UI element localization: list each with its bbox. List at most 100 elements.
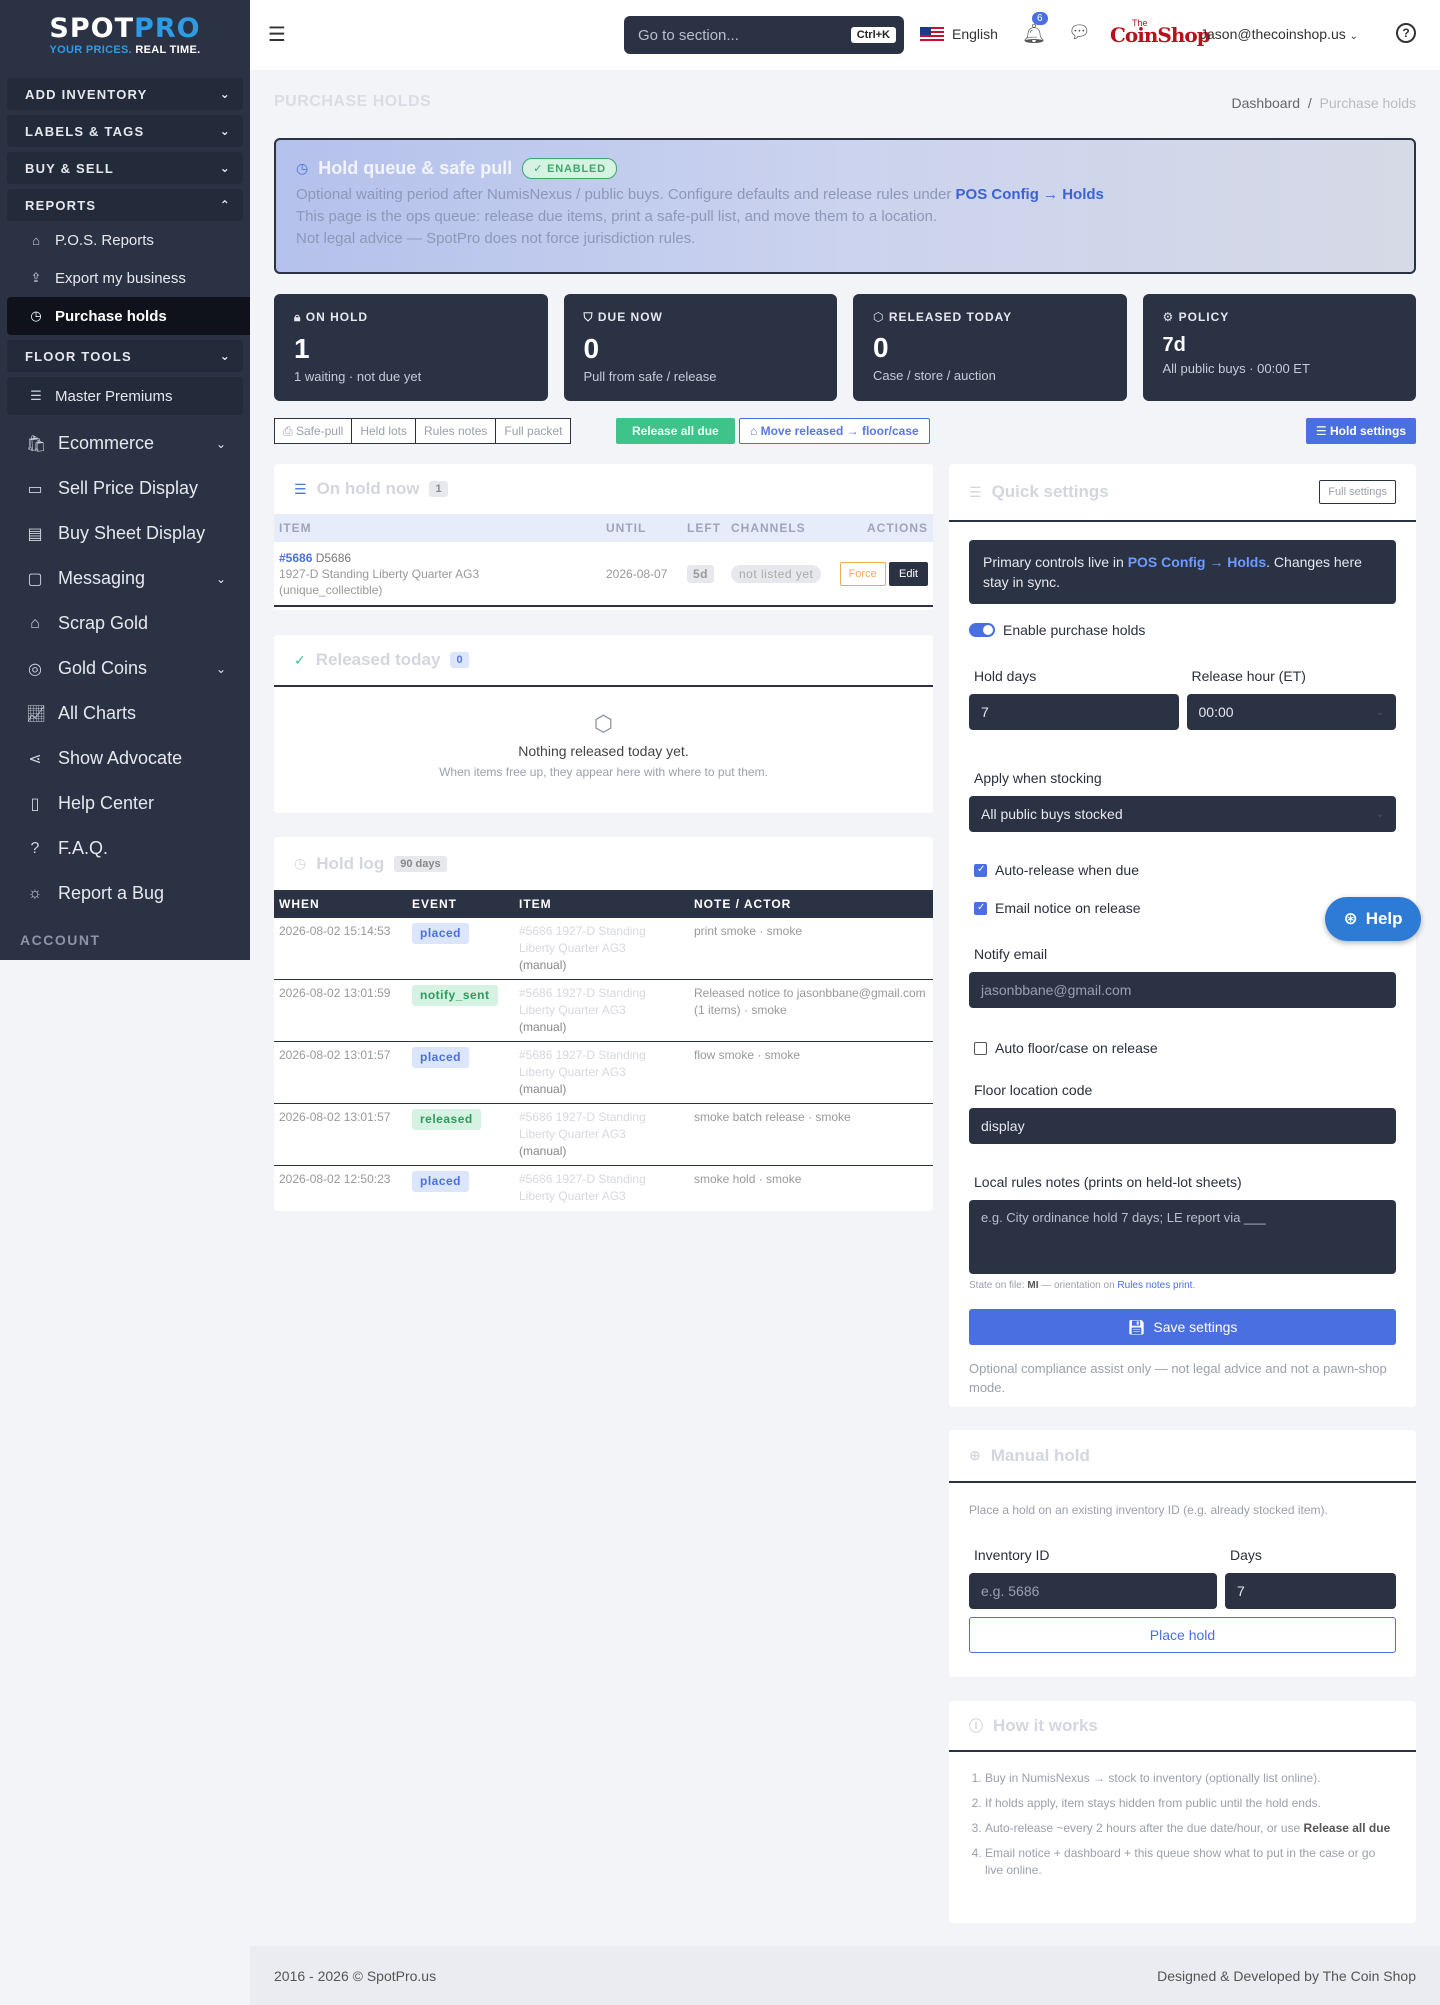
sidebar-section-add-inventory[interactable]: ADD INVENTORY ⌄ bbox=[7, 78, 243, 110]
chart-icon: 📈︎ bbox=[26, 705, 47, 723]
sidebar-item-all-charts[interactable]: 📈︎ All Charts bbox=[0, 691, 250, 736]
help-chat-button[interactable]: ⊛ Help bbox=[1325, 897, 1421, 941]
sidebar-section-reports[interactable]: REPORTS ⌃ bbox=[7, 189, 243, 221]
step-bold: Release all due bbox=[1303, 1821, 1391, 1835]
stat-on-hold: 🔒︎ ON HOLD 1 1 waiting · not due yet bbox=[274, 294, 548, 401]
auto-release-checkbox[interactable] bbox=[974, 863, 987, 877]
auto-floor-checkbox[interactable] bbox=[974, 1041, 987, 1055]
breadcrumb-current: Purchase holds bbox=[1319, 95, 1416, 111]
enable-holds-toggle[interactable] bbox=[969, 623, 995, 637]
item-id-link[interactable]: #5686 bbox=[279, 551, 312, 565]
user-menu[interactable]: Jason@thecoinshop.us ⌄ bbox=[1200, 26, 1358, 42]
table-row: 2026-08-02 13:01:57 placed #5686 1927-D St… bbox=[274, 1041, 933, 1104]
force-button[interactable]: Force bbox=[839, 561, 886, 586]
item-type: (unique_collectible) bbox=[279, 583, 383, 597]
nav-item-body: ▭ Sell Price Display bbox=[26, 478, 198, 499]
gear-icon: ⚙ bbox=[1162, 310, 1175, 324]
sidebar-item-pos-reports[interactable]: ⌂ P.O.S. Reports bbox=[7, 221, 243, 259]
stat-value: 1 bbox=[294, 333, 310, 364]
hold-days-label: Hold days bbox=[974, 668, 1037, 684]
location-icon: ⌂ bbox=[750, 424, 758, 438]
nav-item-body: ☼ Report a Bug bbox=[26, 883, 164, 904]
log-item: #5686 1927-D Standing Liberty Quarter AG… bbox=[519, 924, 646, 955]
sidebar-item-gold-coins[interactable]: ◎ Gold Coins ⌄ bbox=[0, 646, 250, 691]
log-event-cell: placed bbox=[407, 1166, 514, 1211]
sidebar-item-purchase-holds[interactable]: ◷ Purchase holds bbox=[7, 297, 250, 335]
channel-badge: not listed yet bbox=[731, 564, 822, 583]
hold-days-input[interactable]: 7 bbox=[969, 694, 1179, 730]
notify-email-input[interactable]: jasonbbane@gmail.com bbox=[969, 972, 1396, 1008]
page-title: PURCHASE HOLDS bbox=[274, 93, 432, 110]
apply-stocking-select[interactable]: All public buys stocked ⌄ bbox=[969, 796, 1396, 832]
sidebar-item-sell-price-display[interactable]: ▭ Sell Price Display bbox=[0, 466, 250, 511]
count-badge: 90 days bbox=[394, 855, 447, 872]
sidebar-item-help-center[interactable]: ▯ Help Center bbox=[0, 781, 250, 826]
question-icon: ? bbox=[30, 839, 40, 857]
pos-icon: ⌂ bbox=[32, 232, 40, 248]
note-text: Primary controls live in bbox=[983, 554, 1128, 570]
help-icon[interactable]: ? bbox=[1396, 23, 1416, 43]
select-value: 00:00 bbox=[1198, 704, 1234, 720]
floor-code-input[interactable]: display bbox=[969, 1108, 1396, 1144]
event-badge: released bbox=[412, 1109, 481, 1130]
days-input[interactable]: 7 bbox=[1224, 1573, 1396, 1609]
pos-config-link[interactable]: POS Config → Holds bbox=[956, 186, 1104, 203]
sidebar-item-f-a-q[interactable]: ? F.A.Q. bbox=[0, 826, 250, 871]
rules-notes-print-link[interactable]: Rules notes print bbox=[1117, 1280, 1192, 1291]
sidebar-section-labels-tags[interactable]: LABELS & TAGS ⌄ bbox=[7, 115, 243, 147]
full-packet-button[interactable]: Full packet bbox=[495, 418, 572, 444]
hold-settings-button[interactable]: ☰ Hold settings bbox=[1305, 418, 1416, 444]
chevron-down-icon: ⌄ bbox=[219, 349, 231, 363]
email-notice-checkbox[interactable] bbox=[974, 901, 987, 915]
button-label: Safe-pull bbox=[295, 424, 344, 438]
breadcrumb-home[interactable]: Dashboard bbox=[1232, 95, 1301, 111]
menu-icon[interactable]: ☰ bbox=[268, 22, 286, 47]
sliders-icon: ☰ bbox=[30, 388, 42, 403]
sidebar-item-show-advocate[interactable]: ⋖ Show Advocate bbox=[0, 736, 250, 781]
banner-title: Hold queue & safe pull bbox=[318, 158, 513, 178]
log-item: #5686 1927-D Standing Liberty Quarter AG… bbox=[519, 986, 646, 1017]
state-post: . bbox=[1192, 1280, 1196, 1291]
chevron-down-icon: ⌄ bbox=[219, 124, 231, 138]
rules-notes-textarea[interactable]: e.g. City ordinance hold 7 days; LE repo… bbox=[969, 1200, 1396, 1274]
log-event-cell: released bbox=[407, 1103, 514, 1166]
toggle-label: Enable purchase holds bbox=[1003, 622, 1146, 638]
bug-icon: ☼ bbox=[27, 884, 43, 902]
spotpro-logo[interactable]: SPOTPRO YOUR PRICES. REAL TIME. bbox=[0, 0, 250, 70]
rules-notes-button[interactable]: Rules notes bbox=[415, 418, 497, 444]
save-settings-button[interactable]: 💾︎ Save settings bbox=[969, 1309, 1396, 1345]
sidebar-section-floor-tools[interactable]: FLOOR TOOLS ⌄ bbox=[7, 340, 243, 372]
book-icon: ▤ bbox=[27, 525, 43, 543]
help-label: Help bbox=[1365, 909, 1403, 928]
sidebar-item-master-premiums[interactable]: ☰ Master Premiums bbox=[7, 377, 243, 415]
release-all-due-button[interactable]: Release all due bbox=[616, 418, 735, 444]
move-released-button[interactable]: ⌂ Move released → floor/case bbox=[739, 418, 930, 444]
sidebar-item-report-a-bug[interactable]: ☼ Report a Bug bbox=[0, 871, 250, 916]
language-selector[interactable]: English bbox=[920, 26, 998, 42]
coinshop-logo: The CoinShop bbox=[1110, 18, 1211, 52]
held-lots-button[interactable]: Held lots bbox=[351, 418, 416, 444]
full-settings-button[interactable]: Full settings bbox=[1319, 480, 1396, 504]
sidebar-item-messaging[interactable]: ▢ Messaging ⌄ bbox=[0, 556, 250, 601]
edit-button[interactable]: Edit bbox=[889, 561, 928, 586]
check-circle-icon: ✓ bbox=[294, 651, 306, 668]
chat-icon[interactable]: 💬︎ bbox=[1068, 22, 1091, 43]
safe-pull-button[interactable]: ⎙ Safe-pull bbox=[274, 418, 353, 444]
place-hold-button[interactable]: Place hold bbox=[969, 1617, 1396, 1653]
shortcut-badge: Ctrl+K bbox=[850, 27, 896, 43]
stat-desc: Pull from safe / release bbox=[583, 369, 717, 384]
search-input[interactable]: Go to section... Ctrl+K bbox=[624, 16, 904, 54]
sidebar-item-scrap-gold[interactable]: ⌂ Scrap Gold bbox=[0, 601, 250, 646]
bell-icon[interactable]: 🔔︎ bbox=[1022, 22, 1046, 46]
empty-desc: When items free up, they appear here wit… bbox=[439, 765, 768, 779]
sidebar-section-buy-sell[interactable]: BUY & SELL ⌄ bbox=[7, 152, 243, 184]
chevron-down-icon: ⌄ bbox=[1349, 31, 1359, 42]
sidebar-item-buy-sheet-display[interactable]: ▤ Buy Sheet Display bbox=[0, 511, 250, 556]
release-hour-label: Release hour (ET) bbox=[1191, 668, 1306, 684]
sidebar-item-label: P.O.S. Reports bbox=[55, 231, 154, 249]
sidebar-item-export-business[interactable]: ⇪ Export my business bbox=[7, 259, 243, 297]
pos-config-link[interactable]: POS Config → Holds bbox=[1128, 554, 1266, 570]
inventory-id-input[interactable]: e.g. 5686 bbox=[969, 1573, 1217, 1609]
release-hour-select[interactable]: 00:00 ⌄ bbox=[1186, 694, 1396, 730]
sidebar-item-ecommerce[interactable]: 🛍︎ Ecommerce ⌄ bbox=[0, 421, 250, 466]
